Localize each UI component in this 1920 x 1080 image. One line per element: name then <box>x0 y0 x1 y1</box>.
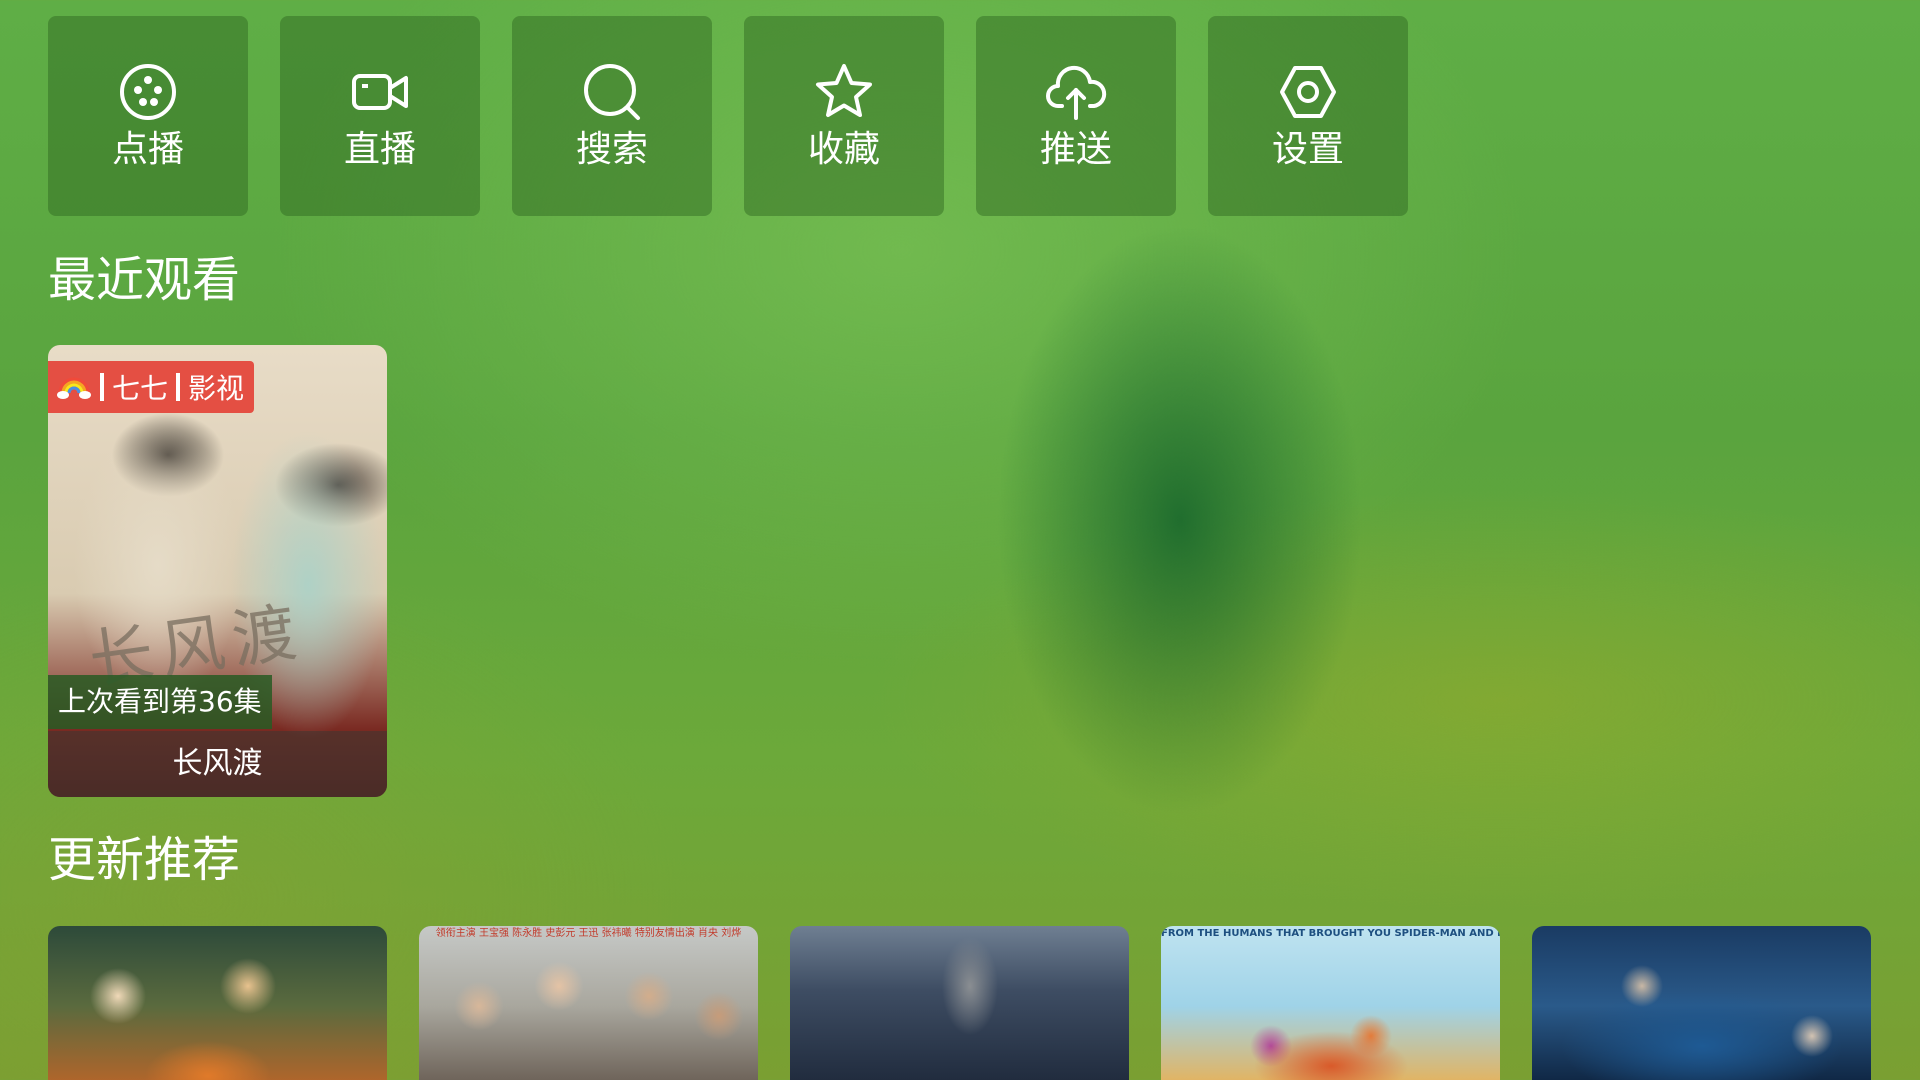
menu-label: 直播 <box>343 129 416 170</box>
settings-hexagon-icon <box>1276 60 1340 124</box>
star-icon <box>812 60 876 124</box>
menu-tile-push[interactable]: 推送 <box>976 16 1176 216</box>
film-reel-icon <box>116 60 180 124</box>
recent-section-title: 最近观看 <box>48 252 241 308</box>
menu-label: 点播 <box>111 129 184 170</box>
top-menu: 点播 直播 搜索 收藏 推送 设置 <box>48 16 1408 216</box>
menu-label: 设置 <box>1271 129 1344 170</box>
menu-tile-settings[interactable]: 设置 <box>1208 16 1408 216</box>
poster-credits <box>790 926 1129 942</box>
source-badge: 七七 影视 <box>48 361 255 413</box>
source-suffix: 影视 <box>188 372 245 405</box>
recent-card-changfengdu[interactable]: 长风渡 七七 影视 上次看到第36集 长风渡 <box>48 345 387 797</box>
recommend-row: 领衔主演 王宝强 陈永胜 史彭元 王迅 张祎曦 特别友情出演 肖央 刘烨 FRO… <box>48 926 1871 1080</box>
source-name: 七七 <box>112 372 169 405</box>
menu-tile-search[interactable]: 搜索 <box>512 16 712 216</box>
card-title: 长风渡 <box>48 731 387 797</box>
recommend-poster[interactable] <box>1532 926 1871 1080</box>
menu-label: 推送 <box>1039 129 1112 170</box>
poster-credits <box>48 926 387 942</box>
badge-separator <box>176 373 181 401</box>
watch-progress-badge: 上次看到第36集 <box>48 675 272 729</box>
menu-tile-live[interactable]: 直播 <box>280 16 480 216</box>
recommend-poster[interactable]: 领衔主演 王宝强 陈永胜 史彭元 王迅 张祎曦 特别友情出演 肖央 刘烨 <box>419 926 758 1080</box>
cloud-upload-icon <box>1044 60 1108 124</box>
recommend-poster[interactable] <box>48 926 387 1080</box>
badge-separator <box>100 373 104 401</box>
poster-credits: 领衔主演 王宝强 陈永胜 史彭元 王迅 张祎曦 特别友情出演 肖央 刘烨 <box>435 928 742 939</box>
menu-label: 搜索 <box>575 129 648 170</box>
recommend-poster[interactable] <box>790 926 1129 1080</box>
menu-label: 收藏 <box>807 129 880 170</box>
menu-tile-vod[interactable]: 点播 <box>48 16 248 216</box>
recommend-section-title: 更新推荐 <box>48 832 241 888</box>
recommend-poster[interactable]: FROM THE HUMANS THAT BROUGHT YOU SPIDER-… <box>1161 926 1500 1080</box>
poster-credits <box>1532 926 1871 942</box>
menu-tile-favorites[interactable]: 收藏 <box>744 16 944 216</box>
search-icon <box>580 60 644 124</box>
poster-credits: FROM THE HUMANS THAT BROUGHT YOU SPIDER-… <box>1161 928 1500 939</box>
video-camera-icon <box>348 60 412 124</box>
rainbow-icon <box>57 377 91 399</box>
